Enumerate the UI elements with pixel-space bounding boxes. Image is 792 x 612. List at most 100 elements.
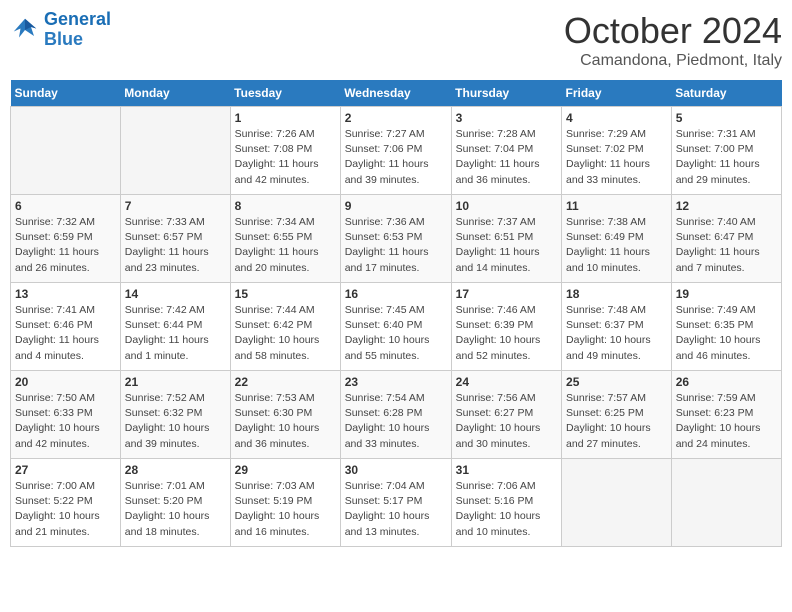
day-info: Sunrise: 7:03 AMSunset: 5:19 PMDaylight:… bbox=[235, 479, 336, 540]
day-info: Sunrise: 7:40 AMSunset: 6:47 PMDaylight:… bbox=[676, 215, 777, 276]
day-number: 11 bbox=[566, 199, 667, 213]
calendar-cell: 17 Sunrise: 7:46 AMSunset: 6:39 PMDayligh… bbox=[451, 283, 561, 371]
calendar-week-2: 6 Sunrise: 7:32 AMSunset: 6:59 PMDaylight… bbox=[11, 195, 782, 283]
day-info: Sunrise: 7:26 AMSunset: 7:08 PMDaylight:… bbox=[235, 127, 336, 188]
calendar-cell: 10 Sunrise: 7:37 AMSunset: 6:51 PMDayligh… bbox=[451, 195, 561, 283]
calendar-cell: 19 Sunrise: 7:49 AMSunset: 6:35 PMDayligh… bbox=[671, 283, 781, 371]
logo-icon bbox=[10, 15, 40, 45]
day-number: 24 bbox=[456, 375, 557, 389]
day-number: 28 bbox=[125, 463, 226, 477]
day-number: 10 bbox=[456, 199, 557, 213]
calendar-cell: 16 Sunrise: 7:45 AMSunset: 6:40 PMDayligh… bbox=[340, 283, 451, 371]
day-number: 1 bbox=[235, 111, 336, 125]
calendar-cell: 8Sunrise: 7:34 AMSunset: 6:55 PMDaylight… bbox=[230, 195, 340, 283]
day-number: 8 bbox=[235, 199, 336, 213]
day-number: 2 bbox=[345, 111, 447, 125]
calendar-cell bbox=[671, 459, 781, 547]
day-number: 22 bbox=[235, 375, 336, 389]
month-title: October 2024 bbox=[564, 10, 782, 52]
day-info: Sunrise: 7:32 AMSunset: 6:59 PMDaylight:… bbox=[15, 215, 116, 276]
day-number: 31 bbox=[456, 463, 557, 477]
day-info: Sunrise: 7:56 AMSunset: 6:27 PMDaylight:… bbox=[456, 391, 557, 452]
calendar-cell: 20 Sunrise: 7:50 AMSunset: 6:33 PMDayligh… bbox=[11, 371, 121, 459]
day-info: Sunrise: 7:59 AMSunset: 6:23 PMDaylight:… bbox=[676, 391, 777, 452]
day-info: Sunrise: 7:44 AMSunset: 6:42 PMDaylight:… bbox=[235, 303, 336, 364]
day-number: 14 bbox=[125, 287, 226, 301]
day-info: Sunrise: 7:31 AMSunset: 7:00 PMDaylight:… bbox=[676, 127, 777, 188]
calendar-cell: 5 Sunrise: 7:31 AMSunset: 7:00 PMDaylight… bbox=[671, 107, 781, 195]
calendar-week-4: 20 Sunrise: 7:50 AMSunset: 6:33 PMDayligh… bbox=[11, 371, 782, 459]
calendar-cell: 23Sunrise: 7:54 AMSunset: 6:28 PMDayligh… bbox=[340, 371, 451, 459]
calendar-cell: 27 Sunrise: 7:00 AMSunset: 5:22 PMDayligh… bbox=[11, 459, 121, 547]
day-info: Sunrise: 7:45 AMSunset: 6:40 PMDaylight:… bbox=[345, 303, 447, 364]
weekday-sunday: Sunday bbox=[11, 80, 121, 107]
calendar-cell: 25Sunrise: 7:57 AMSunset: 6:25 PMDayligh… bbox=[562, 371, 672, 459]
logo: GeneralBlue bbox=[10, 10, 111, 50]
logo-text: GeneralBlue bbox=[44, 10, 111, 50]
day-info: Sunrise: 7:06 AMSunset: 5:16 PMDaylight:… bbox=[456, 479, 557, 540]
calendar-cell: 26 Sunrise: 7:59 AMSunset: 6:23 PMDayligh… bbox=[671, 371, 781, 459]
day-number: 26 bbox=[676, 375, 777, 389]
day-number: 5 bbox=[676, 111, 777, 125]
day-info: Sunrise: 7:46 AMSunset: 6:39 PMDaylight:… bbox=[456, 303, 557, 364]
weekday-thursday: Thursday bbox=[451, 80, 561, 107]
day-number: 4 bbox=[566, 111, 667, 125]
calendar-cell bbox=[120, 107, 230, 195]
day-info: Sunrise: 7:33 AMSunset: 6:57 PMDaylight:… bbox=[125, 215, 226, 276]
day-info: Sunrise: 7:29 AMSunset: 7:02 PMDaylight:… bbox=[566, 127, 667, 188]
day-number: 3 bbox=[456, 111, 557, 125]
calendar-cell bbox=[11, 107, 121, 195]
calendar-cell: 18 Sunrise: 7:48 AMSunset: 6:37 PMDayligh… bbox=[562, 283, 672, 371]
calendar-cell: 1 Sunrise: 7:26 AMSunset: 7:08 PMDaylight… bbox=[230, 107, 340, 195]
calendar-cell: 22 Sunrise: 7:53 AMSunset: 6:30 PMDayligh… bbox=[230, 371, 340, 459]
day-number: 13 bbox=[15, 287, 116, 301]
day-info: Sunrise: 7:49 AMSunset: 6:35 PMDaylight:… bbox=[676, 303, 777, 364]
calendar-cell: 29 Sunrise: 7:03 AMSunset: 5:19 PMDayligh… bbox=[230, 459, 340, 547]
day-info: Sunrise: 7:00 AMSunset: 5:22 PMDaylight:… bbox=[15, 479, 116, 540]
calendar-cell: 6 Sunrise: 7:32 AMSunset: 6:59 PMDaylight… bbox=[11, 195, 121, 283]
day-info: Sunrise: 7:36 AMSunset: 6:53 PMDaylight:… bbox=[345, 215, 447, 276]
calendar-cell: 31 Sunrise: 7:06 AMSunset: 5:16 PMDayligh… bbox=[451, 459, 561, 547]
day-info: Sunrise: 7:37 AMSunset: 6:51 PMDaylight:… bbox=[456, 215, 557, 276]
weekday-wednesday: Wednesday bbox=[340, 80, 451, 107]
day-number: 17 bbox=[456, 287, 557, 301]
day-number: 20 bbox=[15, 375, 116, 389]
day-number: 12 bbox=[676, 199, 777, 213]
calendar-cell: 3Sunrise: 7:28 AMSunset: 7:04 PMDaylight… bbox=[451, 107, 561, 195]
day-info: Sunrise: 7:01 AMSunset: 5:20 PMDaylight:… bbox=[125, 479, 226, 540]
day-number: 29 bbox=[235, 463, 336, 477]
calendar-cell: 30Sunrise: 7:04 AMSunset: 5:17 PMDayligh… bbox=[340, 459, 451, 547]
day-number: 15 bbox=[235, 287, 336, 301]
day-number: 16 bbox=[345, 287, 447, 301]
calendar-cell: 2 Sunrise: 7:27 AMSunset: 7:06 PMDaylight… bbox=[340, 107, 451, 195]
day-number: 23 bbox=[345, 375, 447, 389]
day-info: Sunrise: 7:53 AMSunset: 6:30 PMDaylight:… bbox=[235, 391, 336, 452]
day-info: Sunrise: 7:41 AMSunset: 6:46 PMDaylight:… bbox=[15, 303, 116, 364]
page-header: GeneralBlue October 2024 Camandona, Pied… bbox=[10, 10, 782, 70]
day-number: 7 bbox=[125, 199, 226, 213]
calendar-cell: 7 Sunrise: 7:33 AMSunset: 6:57 PMDaylight… bbox=[120, 195, 230, 283]
day-number: 25 bbox=[566, 375, 667, 389]
day-info: Sunrise: 7:27 AMSunset: 7:06 PMDaylight:… bbox=[345, 127, 447, 188]
day-number: 18 bbox=[566, 287, 667, 301]
weekday-friday: Friday bbox=[562, 80, 672, 107]
calendar-cell: 11Sunrise: 7:38 AMSunset: 6:49 PMDayligh… bbox=[562, 195, 672, 283]
calendar-cell: 14 Sunrise: 7:42 AMSunset: 6:44 PMDayligh… bbox=[120, 283, 230, 371]
day-number: 27 bbox=[15, 463, 116, 477]
calendar-cell: 9 Sunrise: 7:36 AMSunset: 6:53 PMDaylight… bbox=[340, 195, 451, 283]
day-info: Sunrise: 7:52 AMSunset: 6:32 PMDaylight:… bbox=[125, 391, 226, 452]
day-info: Sunrise: 7:42 AMSunset: 6:44 PMDaylight:… bbox=[125, 303, 226, 364]
calendar-cell: 21 Sunrise: 7:52 AMSunset: 6:32 PMDayligh… bbox=[120, 371, 230, 459]
day-info: Sunrise: 7:48 AMSunset: 6:37 PMDaylight:… bbox=[566, 303, 667, 364]
day-number: 21 bbox=[125, 375, 226, 389]
calendar-cell bbox=[562, 459, 672, 547]
day-number: 19 bbox=[676, 287, 777, 301]
calendar-week-1: 1 Sunrise: 7:26 AMSunset: 7:08 PMDaylight… bbox=[11, 107, 782, 195]
day-number: 6 bbox=[15, 199, 116, 213]
day-number: 9 bbox=[345, 199, 447, 213]
calendar-body: 1 Sunrise: 7:26 AMSunset: 7:08 PMDaylight… bbox=[11, 107, 782, 547]
calendar-week-3: 13 Sunrise: 7:41 AMSunset: 6:46 PMDayligh… bbox=[11, 283, 782, 371]
day-info: Sunrise: 7:50 AMSunset: 6:33 PMDaylight:… bbox=[15, 391, 116, 452]
title-block: October 2024 Camandona, Piedmont, Italy bbox=[564, 10, 782, 70]
calendar-cell: 15 Sunrise: 7:44 AMSunset: 6:42 PMDayligh… bbox=[230, 283, 340, 371]
